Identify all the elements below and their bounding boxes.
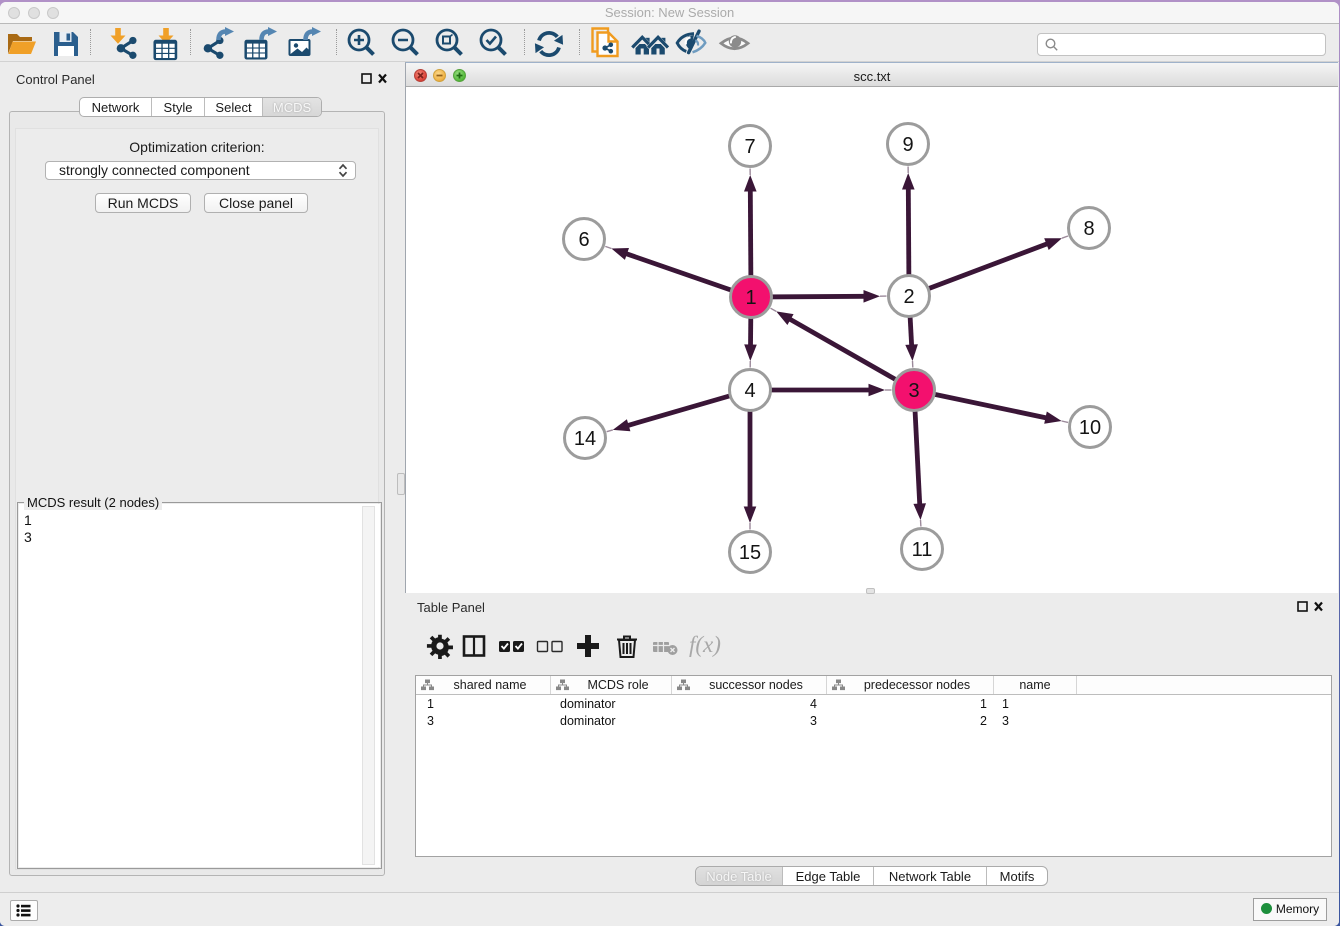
svg-text:9: 9 bbox=[902, 134, 913, 156]
svg-text:7: 7 bbox=[744, 136, 755, 158]
svg-text:1: 1 bbox=[745, 287, 756, 309]
svg-text:8: 8 bbox=[1083, 218, 1094, 240]
svg-text:11: 11 bbox=[912, 539, 933, 561]
svg-text:6: 6 bbox=[578, 229, 589, 251]
svg-text:15: 15 bbox=[739, 542, 761, 564]
svg-text:14: 14 bbox=[574, 428, 596, 450]
svg-text:3: 3 bbox=[908, 380, 919, 402]
svg-text:2: 2 bbox=[903, 286, 914, 308]
svg-text:4: 4 bbox=[744, 380, 755, 402]
svg-text:10: 10 bbox=[1079, 417, 1101, 439]
